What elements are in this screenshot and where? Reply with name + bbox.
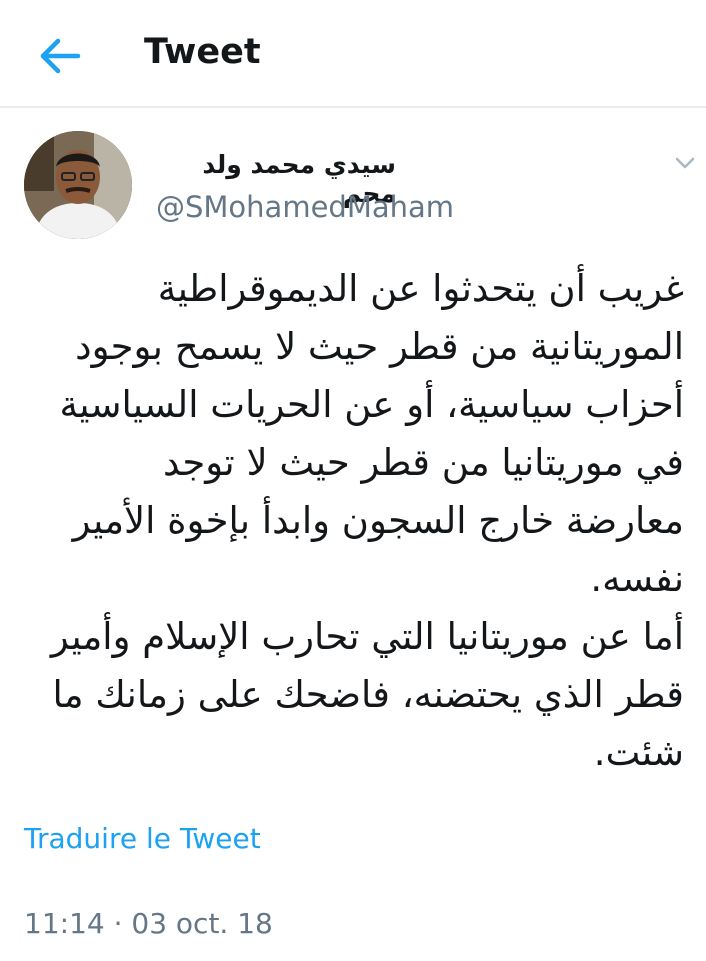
page-title: Tweet <box>144 32 261 72</box>
author-handle[interactable]: @SMohamedMaham <box>156 190 454 224</box>
tweet-timestamp: 11:14 · 03 oct. 18 <box>24 907 273 940</box>
avatar[interactable] <box>24 131 132 239</box>
tweet-menu-button[interactable] <box>672 150 698 176</box>
tweet-text: غريب أن يتحدثوا عن الديموقراطية الموريتا… <box>50 267 684 774</box>
arrow-left-icon <box>40 38 81 74</box>
translate-tweet-link[interactable]: Traduire le Tweet <box>24 822 261 855</box>
back-button[interactable] <box>34 30 86 82</box>
top-bar: Tweet <box>0 0 706 108</box>
chevron-down-icon <box>675 157 695 169</box>
